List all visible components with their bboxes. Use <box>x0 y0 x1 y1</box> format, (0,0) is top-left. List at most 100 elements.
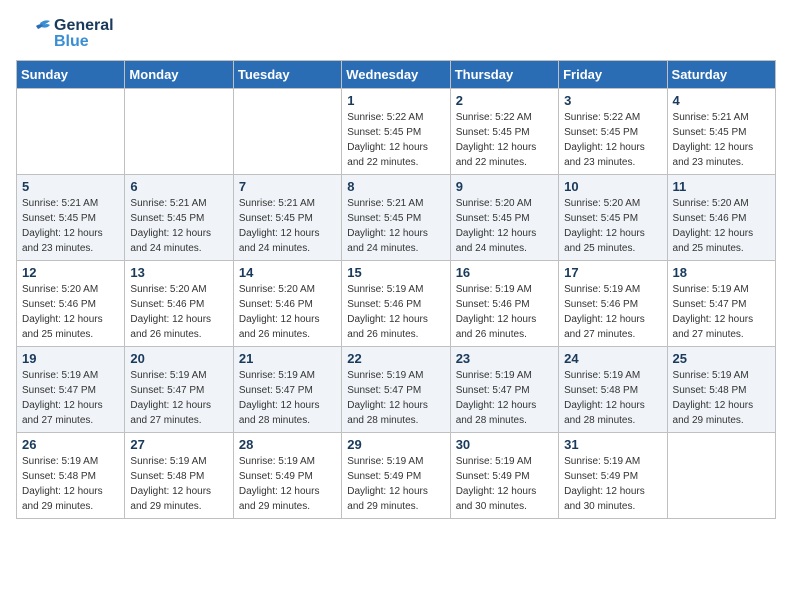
logo-text: General Blue <box>54 18 114 50</box>
header-saturday: Saturday <box>667 61 775 89</box>
day-number: 13 <box>130 265 227 280</box>
sunset-text: Sunset: 5:48 PM <box>22 471 96 482</box>
calendar-cell: 6 Sunrise: 5:21 AM Sunset: 5:45 PM Dayli… <box>125 175 233 261</box>
sunset-text: Sunset: 5:45 PM <box>347 127 421 138</box>
calendar-cell: 12 Sunrise: 5:20 AM Sunset: 5:46 PM Dayl… <box>17 261 125 347</box>
daylight-text: Daylight: 12 hours and 26 minutes. <box>347 314 428 340</box>
calendar-cell: 31 Sunrise: 5:19 AM Sunset: 5:49 PM Dayl… <box>559 433 667 519</box>
sunrise-text: Sunrise: 5:19 AM <box>22 456 98 467</box>
week-row-4: 19 Sunrise: 5:19 AM Sunset: 5:47 PM Dayl… <box>17 347 776 433</box>
day-info: Sunrise: 5:19 AM Sunset: 5:47 PM Dayligh… <box>673 282 770 342</box>
day-number: 9 <box>456 179 553 194</box>
day-number: 21 <box>239 351 336 366</box>
sunset-text: Sunset: 5:45 PM <box>22 213 96 224</box>
day-info: Sunrise: 5:21 AM Sunset: 5:45 PM Dayligh… <box>673 110 770 170</box>
calendar-cell: 30 Sunrise: 5:19 AM Sunset: 5:49 PM Dayl… <box>450 433 558 519</box>
sunset-text: Sunset: 5:46 PM <box>22 299 96 310</box>
day-number: 30 <box>456 437 553 452</box>
sunrise-text: Sunrise: 5:20 AM <box>456 198 532 209</box>
sunset-text: Sunset: 5:49 PM <box>456 471 530 482</box>
week-row-3: 12 Sunrise: 5:20 AM Sunset: 5:46 PM Dayl… <box>17 261 776 347</box>
day-info: Sunrise: 5:21 AM Sunset: 5:45 PM Dayligh… <box>130 196 227 256</box>
day-info: Sunrise: 5:19 AM Sunset: 5:46 PM Dayligh… <box>564 282 661 342</box>
week-row-5: 26 Sunrise: 5:19 AM Sunset: 5:48 PM Dayl… <box>17 433 776 519</box>
daylight-text: Daylight: 12 hours and 26 minutes. <box>456 314 537 340</box>
day-info: Sunrise: 5:22 AM Sunset: 5:45 PM Dayligh… <box>347 110 444 170</box>
day-info: Sunrise: 5:20 AM Sunset: 5:46 PM Dayligh… <box>673 196 770 256</box>
day-info: Sunrise: 5:19 AM Sunset: 5:47 PM Dayligh… <box>239 368 336 428</box>
day-info: Sunrise: 5:20 AM Sunset: 5:46 PM Dayligh… <box>239 282 336 342</box>
daylight-text: Daylight: 12 hours and 29 minutes. <box>130 486 211 512</box>
calendar-cell: 17 Sunrise: 5:19 AM Sunset: 5:46 PM Dayl… <box>559 261 667 347</box>
sunrise-text: Sunrise: 5:20 AM <box>673 198 749 209</box>
day-number: 28 <box>239 437 336 452</box>
day-number: 6 <box>130 179 227 194</box>
day-info: Sunrise: 5:21 AM Sunset: 5:45 PM Dayligh… <box>22 196 119 256</box>
day-info: Sunrise: 5:19 AM Sunset: 5:49 PM Dayligh… <box>347 454 444 514</box>
sunset-text: Sunset: 5:45 PM <box>239 213 313 224</box>
sunrise-text: Sunrise: 5:20 AM <box>130 284 206 295</box>
day-number: 7 <box>239 179 336 194</box>
daylight-text: Daylight: 12 hours and 27 minutes. <box>564 314 645 340</box>
daylight-text: Daylight: 12 hours and 29 minutes. <box>347 486 428 512</box>
sunset-text: Sunset: 5:45 PM <box>130 213 204 224</box>
sunset-text: Sunset: 5:46 PM <box>564 299 638 310</box>
sunrise-text: Sunrise: 5:19 AM <box>456 456 532 467</box>
sunrise-text: Sunrise: 5:20 AM <box>22 284 98 295</box>
sunrise-text: Sunrise: 5:19 AM <box>130 370 206 381</box>
day-info: Sunrise: 5:19 AM Sunset: 5:47 PM Dayligh… <box>347 368 444 428</box>
sunset-text: Sunset: 5:47 PM <box>456 385 530 396</box>
daylight-text: Daylight: 12 hours and 29 minutes. <box>22 486 103 512</box>
day-number: 19 <box>22 351 119 366</box>
calendar-cell: 26 Sunrise: 5:19 AM Sunset: 5:48 PM Dayl… <box>17 433 125 519</box>
day-number: 18 <box>673 265 770 280</box>
daylight-text: Daylight: 12 hours and 29 minutes. <box>239 486 320 512</box>
day-info: Sunrise: 5:19 AM Sunset: 5:47 PM Dayligh… <box>456 368 553 428</box>
sunrise-text: Sunrise: 5:19 AM <box>22 370 98 381</box>
sunset-text: Sunset: 5:45 PM <box>564 213 638 224</box>
daylight-text: Daylight: 12 hours and 25 minutes. <box>22 314 103 340</box>
day-number: 23 <box>456 351 553 366</box>
daylight-text: Daylight: 12 hours and 25 minutes. <box>673 228 754 254</box>
calendar-cell: 25 Sunrise: 5:19 AM Sunset: 5:48 PM Dayl… <box>667 347 775 433</box>
header-wednesday: Wednesday <box>342 61 450 89</box>
sunrise-text: Sunrise: 5:19 AM <box>239 456 315 467</box>
day-info: Sunrise: 5:19 AM Sunset: 5:46 PM Dayligh… <box>456 282 553 342</box>
sunset-text: Sunset: 5:46 PM <box>130 299 204 310</box>
daylight-text: Daylight: 12 hours and 23 minutes. <box>564 142 645 168</box>
header-thursday: Thursday <box>450 61 558 89</box>
daylight-text: Daylight: 12 hours and 22 minutes. <box>456 142 537 168</box>
sunrise-text: Sunrise: 5:21 AM <box>130 198 206 209</box>
day-info: Sunrise: 5:22 AM Sunset: 5:45 PM Dayligh… <box>564 110 661 170</box>
day-info: Sunrise: 5:21 AM Sunset: 5:45 PM Dayligh… <box>347 196 444 256</box>
sunset-text: Sunset: 5:46 PM <box>347 299 421 310</box>
day-info: Sunrise: 5:20 AM Sunset: 5:45 PM Dayligh… <box>456 196 553 256</box>
calendar-cell: 22 Sunrise: 5:19 AM Sunset: 5:47 PM Dayl… <box>342 347 450 433</box>
sunset-text: Sunset: 5:47 PM <box>130 385 204 396</box>
sunrise-text: Sunrise: 5:19 AM <box>456 284 532 295</box>
sunrise-text: Sunrise: 5:19 AM <box>564 284 640 295</box>
day-info: Sunrise: 5:19 AM Sunset: 5:46 PM Dayligh… <box>347 282 444 342</box>
sunset-text: Sunset: 5:45 PM <box>673 127 747 138</box>
sunrise-text: Sunrise: 5:19 AM <box>456 370 532 381</box>
day-info: Sunrise: 5:19 AM Sunset: 5:48 PM Dayligh… <box>22 454 119 514</box>
calendar-cell <box>667 433 775 519</box>
sunrise-text: Sunrise: 5:22 AM <box>456 112 532 123</box>
calendar-cell: 15 Sunrise: 5:19 AM Sunset: 5:46 PM Dayl… <box>342 261 450 347</box>
day-number: 24 <box>564 351 661 366</box>
day-number: 2 <box>456 93 553 108</box>
page-header: General Blue <box>16 16 776 52</box>
sunrise-text: Sunrise: 5:22 AM <box>347 112 423 123</box>
calendar-cell: 18 Sunrise: 5:19 AM Sunset: 5:47 PM Dayl… <box>667 261 775 347</box>
calendar-cell: 10 Sunrise: 5:20 AM Sunset: 5:45 PM Dayl… <box>559 175 667 261</box>
daylight-text: Daylight: 12 hours and 27 minutes. <box>130 400 211 426</box>
calendar-cell: 7 Sunrise: 5:21 AM Sunset: 5:45 PM Dayli… <box>233 175 341 261</box>
sunrise-text: Sunrise: 5:19 AM <box>564 370 640 381</box>
calendar-cell: 19 Sunrise: 5:19 AM Sunset: 5:47 PM Dayl… <box>17 347 125 433</box>
day-info: Sunrise: 5:19 AM Sunset: 5:49 PM Dayligh… <box>456 454 553 514</box>
calendar-cell: 16 Sunrise: 5:19 AM Sunset: 5:46 PM Dayl… <box>450 261 558 347</box>
sunrise-text: Sunrise: 5:22 AM <box>564 112 640 123</box>
header-sunday: Sunday <box>17 61 125 89</box>
daylight-text: Daylight: 12 hours and 30 minutes. <box>564 486 645 512</box>
day-number: 4 <box>673 93 770 108</box>
